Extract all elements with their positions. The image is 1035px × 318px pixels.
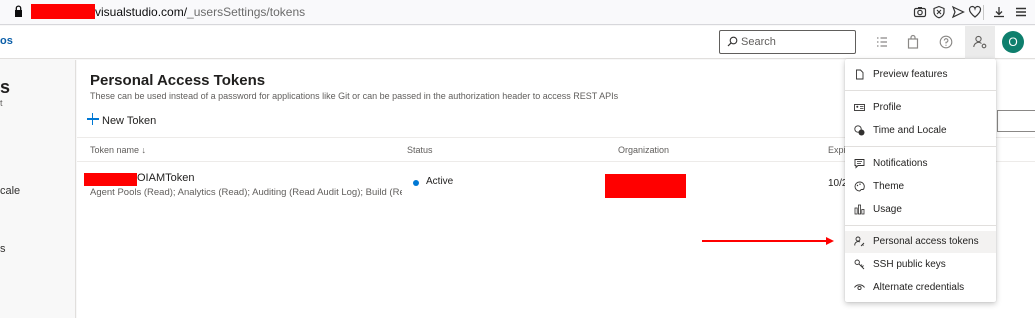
- menu-item-alternate-credentials[interactable]: Alternate credentials: [845, 277, 996, 299]
- user-key-icon: [854, 236, 865, 247]
- annotation-arrow-head: [826, 237, 834, 245]
- search-box[interactable]: [719, 30, 856, 54]
- token-scopes: Agent Pools (Read); Analytics (Read); Au…: [90, 187, 402, 198]
- user-settings-icon: [973, 35, 987, 49]
- page-description: These can be used instead of a password …: [90, 91, 619, 101]
- menu-item-usage[interactable]: Usage: [845, 199, 996, 221]
- bar-chart-icon: [854, 204, 865, 215]
- column-header-status[interactable]: Status: [407, 145, 433, 155]
- list-settings-icon[interactable]: [874, 34, 890, 50]
- toolbar-divider: [983, 5, 984, 20]
- sidebar-item-time-locale[interactable]: cale: [0, 185, 20, 197]
- palette-icon: [854, 181, 865, 192]
- menu-item-notifications[interactable]: Notifications: [845, 153, 996, 175]
- avatar[interactable]: O: [1002, 31, 1024, 53]
- menu-divider: [845, 225, 996, 226]
- new-token-label: New Token: [102, 115, 157, 127]
- menu-item-label: Usage: [873, 204, 902, 215]
- page-icon: [856, 69, 864, 80]
- menu-item-label: Time and Locale: [873, 125, 947, 136]
- search-icon: [727, 36, 738, 47]
- redacted-organization: [605, 174, 686, 198]
- search-input[interactable]: [741, 34, 851, 50]
- redacted-url-segment: [31, 4, 95, 19]
- token-name[interactable]: OIAMToken: [137, 172, 194, 184]
- key-icon: [854, 259, 865, 270]
- menu-item-personal-access-tokens[interactable]: Personal access tokens: [845, 231, 996, 253]
- eye-icon: [854, 284, 865, 291]
- clock-globe-icon: [854, 125, 865, 136]
- camera-icon[interactable]: [913, 5, 927, 19]
- menu-item-profile[interactable]: Profile: [845, 97, 996, 119]
- column-header-token-name[interactable]: Token name ↓: [90, 145, 146, 155]
- url-host: visualstudio.com/: [95, 5, 188, 19]
- url-path: _usersSettings/tokens: [187, 5, 306, 19]
- sidebar-item[interactable]: s: [0, 243, 6, 255]
- menu-item-label: Profile: [873, 102, 902, 113]
- page-title: Personal Access Tokens: [90, 72, 266, 89]
- send-icon[interactable]: [951, 5, 965, 19]
- redacted-token-prefix: [84, 173, 137, 186]
- message-icon: [854, 159, 865, 169]
- sidebar-subtitle: t: [0, 98, 3, 108]
- brand-link[interactable]: os: [0, 35, 13, 47]
- menu-item-theme[interactable]: Theme: [845, 176, 996, 198]
- new-token-button[interactable]: New Token: [85, 112, 156, 130]
- download-icon[interactable]: [992, 5, 1006, 19]
- menu-item-label: Alternate credentials: [873, 282, 965, 293]
- lock-icon: [15, 5, 22, 17]
- user-settings-button[interactable]: [965, 26, 995, 59]
- plus-icon: [87, 113, 99, 125]
- menu-item-label: Preview features: [873, 69, 948, 80]
- settings-sidebar: s t cale s: [0, 60, 76, 318]
- menu-divider: [845, 146, 996, 147]
- sidebar-title: s: [0, 77, 11, 97]
- menu-item-label: SSH public keys: [873, 259, 946, 270]
- menu-item-label: Personal access tokens: [873, 236, 979, 247]
- shield-icon[interactable]: [932, 5, 946, 19]
- menu-item-preview-features[interactable]: Preview features: [845, 64, 996, 86]
- status-dot-icon: [413, 180, 419, 186]
- token-status: Active: [426, 176, 454, 187]
- heart-icon[interactable]: [968, 5, 982, 19]
- app-header: os O: [0, 26, 1035, 59]
- url-text[interactable]: visualstudio.com/_usersSettings/tokens: [95, 5, 305, 19]
- menu-item-label: Notifications: [873, 158, 928, 169]
- browser-address-bar: visualstudio.com/_usersSettings/tokens: [0, 0, 1035, 25]
- menu-item-time-and-locale[interactable]: Time and Locale: [845, 120, 996, 142]
- annotation-arrow-line: [702, 240, 828, 242]
- column-header-organization[interactable]: Organization: [618, 145, 669, 155]
- menu-icon[interactable]: [1014, 5, 1028, 19]
- shopping-bag-icon[interactable]: [905, 34, 921, 50]
- filter-dropdown[interactable]: [997, 110, 1035, 132]
- user-settings-menu: Preview features Profile Time and Locale…: [845, 59, 996, 302]
- contact-card-icon: [854, 104, 865, 111]
- menu-item-label: Theme: [873, 181, 905, 192]
- menu-divider: [845, 90, 996, 91]
- help-icon[interactable]: [938, 34, 954, 50]
- menu-item-ssh-public-keys[interactable]: SSH public keys: [845, 254, 996, 276]
